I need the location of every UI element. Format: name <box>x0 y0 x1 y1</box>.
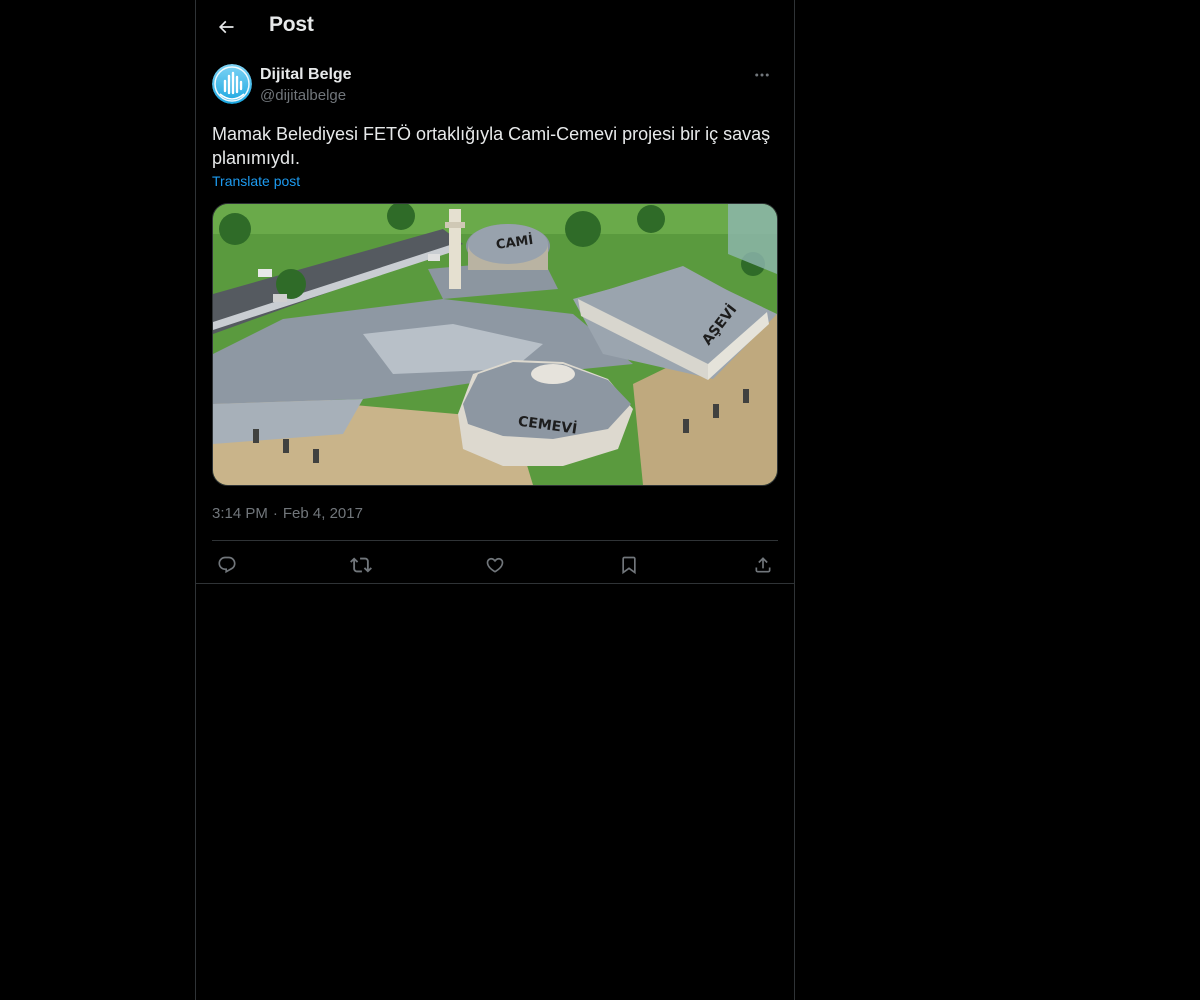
more-dots-icon <box>753 66 771 84</box>
post-text: Mamak Belediyesi FETÖ ortaklığıyla Cami-… <box>212 124 771 168</box>
reply-button[interactable] <box>216 554 238 576</box>
more-options-button[interactable] <box>746 62 778 88</box>
bookmark-icon <box>619 555 639 575</box>
repost-icon <box>350 554 372 576</box>
post-timestamp: 3:14 PM · Feb 4, 2017 <box>212 505 778 541</box>
author-row: Dijital Belge @dijitalbelge <box>212 64 778 112</box>
post-image[interactable]: CAMİ AŞEVİ CEMEVİ <box>212 203 778 486</box>
back-button[interactable] <box>208 9 244 45</box>
like-button[interactable] <box>484 554 506 576</box>
action-bar <box>212 541 778 588</box>
bookmark-button[interactable] <box>618 554 640 576</box>
post-time[interactable]: 3:14 PM <box>212 505 268 522</box>
page-title: Post <box>269 13 314 36</box>
translate-post-link[interactable]: Translate post <box>212 173 300 189</box>
repost-button[interactable] <box>350 554 372 576</box>
post-detail-column: Post Dijital Belge @dijitalbelge Mamak B… <box>195 0 795 1000</box>
separator-dot: · <box>272 505 278 522</box>
post-date[interactable]: Feb 4, 2017 <box>283 505 363 522</box>
like-icon <box>485 555 505 575</box>
author-handle[interactable]: @dijitalbelge <box>260 87 346 104</box>
avatar[interactable] <box>212 64 252 104</box>
page-header: Post <box>196 0 794 54</box>
arrow-left-icon <box>216 17 236 37</box>
share-button[interactable] <box>752 554 774 576</box>
divider <box>196 583 794 584</box>
reply-icon <box>217 555 237 575</box>
author-name[interactable]: Dijital Belge <box>260 66 352 84</box>
post: Dijital Belge @dijitalbelge Mamak Beledi… <box>196 64 794 588</box>
share-icon <box>753 555 773 575</box>
